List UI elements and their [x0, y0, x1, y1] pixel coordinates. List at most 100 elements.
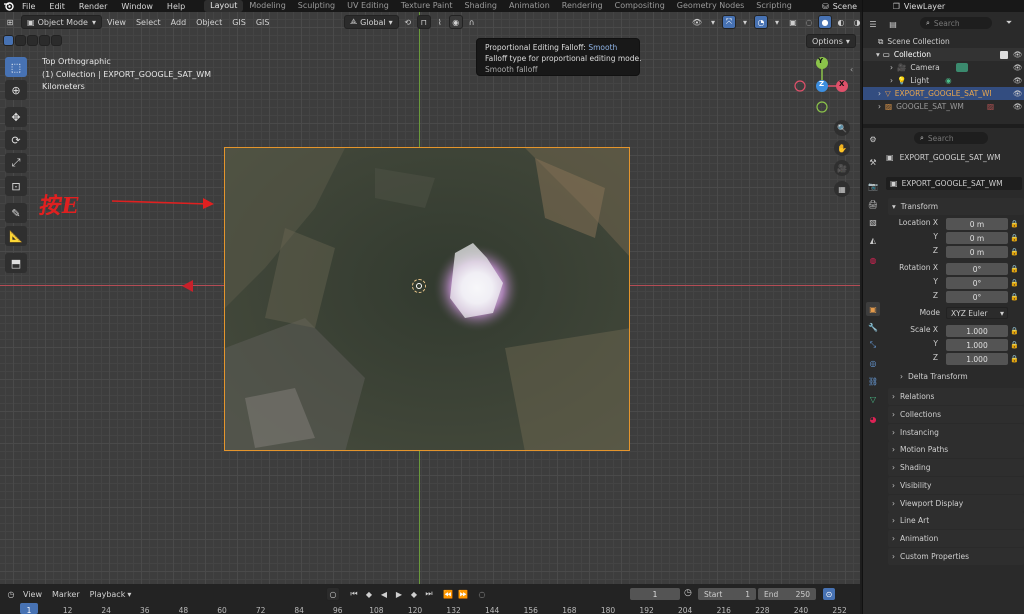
select-new-icon[interactable] [3, 35, 14, 46]
scene-selector[interactable]: ⛁ Scene ❐ ViewLayer [822, 0, 945, 12]
snap-icon[interactable]: ⊓ [416, 15, 431, 29]
properties-search[interactable]: ⌕ Search [914, 132, 988, 144]
tab-scripting[interactable]: Scripting [750, 0, 798, 12]
constraints-tab-icon[interactable]: ⛓ [866, 374, 880, 388]
google-sat-row[interactable]: › ▨ GOOGLE_SAT_WM ▨ 👁 [862, 100, 1024, 113]
add-cube-tool-icon[interactable]: ⬒ [5, 253, 27, 273]
jump-start-icon[interactable]: ⏮ [347, 587, 361, 601]
menu-add[interactable]: Add [166, 15, 192, 29]
rotation-mode-dropdown[interactable]: XYZ Euler ▾ [946, 307, 1008, 319]
tab-sculpting[interactable]: Sculpting [292, 0, 341, 12]
snap-target-icon[interactable]: ⌇ [433, 15, 447, 29]
scale-z-field[interactable]: 1.000 [946, 353, 1008, 365]
view-layer-tab-icon[interactable]: ▧ [866, 215, 880, 229]
tab-modeling[interactable]: Modeling [243, 0, 291, 12]
overlay-toggle-icon[interactable]: ◔ [754, 15, 768, 29]
pan-hand-icon[interactable]: ✋ [834, 140, 850, 156]
rotation-z-field[interactable]: 0° [946, 291, 1008, 303]
eye-icon[interactable]: 👁 [1013, 76, 1023, 85]
current-frame-field[interactable]: 1 [630, 588, 680, 600]
measure-tool-icon[interactable]: 📐 [5, 226, 27, 246]
particles-tab-icon[interactable]: ⤡ [866, 338, 880, 352]
next-marker-icon[interactable]: ⏩ [456, 587, 470, 601]
end-frame-field[interactable]: End 250 [758, 588, 816, 600]
start-frame-field[interactable]: Start 1 [698, 588, 756, 600]
menu-view[interactable]: View [102, 15, 131, 29]
menu-help[interactable]: Help [160, 2, 192, 11]
collections-panel-header[interactable]: › Collections [888, 406, 1024, 423]
orientation-dropdown[interactable]: ⟁ Global ▾ [344, 15, 399, 29]
animation-panel-header[interactable]: › Animation [888, 530, 1024, 547]
mode-dropdown[interactable]: ▣ Object Mode ▾ [21, 15, 102, 29]
scene-collection-row[interactable]: ⧉ Scene Collection [862, 35, 1024, 48]
custom-properties-panel-header[interactable]: › Custom Properties [888, 548, 1024, 565]
menu-gis-2[interactable]: GIS [251, 15, 275, 29]
falloff-curve-icon[interactable]: ∩ [465, 15, 479, 29]
rotation-x-field[interactable]: 0° [946, 263, 1008, 275]
chevron-down-icon[interactable]: ▾ [738, 15, 752, 29]
prev-keyframe-icon[interactable]: ◆ [362, 587, 376, 601]
rotate-tool-icon[interactable]: ⟳ [5, 130, 27, 150]
visibility-panel-header[interactable]: › Visibility [888, 477, 1024, 494]
play-reverse-icon[interactable]: ◀ [377, 587, 391, 601]
play-icon[interactable]: ▶ [392, 587, 406, 601]
outliner-search[interactable]: ⌕ Search [920, 17, 992, 29]
scale-x-field[interactable]: 1.000 [946, 325, 1008, 337]
select-subtract-icon[interactable] [27, 35, 38, 46]
zoom-icon[interactable]: 🔍 [834, 120, 850, 136]
lock-icon[interactable]: 🔒 [1010, 220, 1019, 228]
lock-icon[interactable]: 🔒 [1010, 293, 1019, 301]
options-dropdown[interactable]: Options ▾ [806, 34, 856, 48]
rotation-y-field[interactable]: 0° [946, 277, 1008, 289]
timeline-menu-marker[interactable]: Marker [47, 587, 85, 601]
timeline-view-icon[interactable]: ⊙ [822, 587, 836, 601]
tab-animation[interactable]: Animation [503, 0, 556, 12]
viewport-display-panel-header[interactable]: › Viewport Display [888, 495, 1024, 512]
tab-layout[interactable]: Layout [204, 0, 244, 12]
lock-icon[interactable]: 🔒 [1010, 327, 1019, 335]
relations-panel-header[interactable]: › Relations [888, 388, 1024, 405]
cursor-tool-icon[interactable]: ⊕ [5, 80, 27, 100]
select-extend-icon[interactable] [15, 35, 26, 46]
world-tab-icon[interactable]: ◍ [866, 253, 880, 267]
properties-editor-icon[interactable]: ⚙ [866, 132, 880, 146]
select-intersect-icon[interactable] [51, 35, 62, 46]
modifier-tab-icon[interactable]: 🔧 [866, 320, 880, 334]
location-z-field[interactable]: 0 m [946, 246, 1008, 258]
transform-tool-icon[interactable]: ⊡ [5, 176, 27, 196]
tab-geometry-nodes[interactable]: Geometry Nodes [671, 0, 750, 12]
next-keyframe-icon[interactable]: ◆ [407, 587, 421, 601]
display-mode-icon[interactable]: ▤ [886, 17, 900, 31]
annotate-tool-icon[interactable]: ✎ [5, 203, 27, 223]
xray-icon[interactable]: ▣ [786, 15, 800, 29]
move-tool-icon[interactable]: ✥ [5, 107, 27, 127]
visibility-icon[interactable]: 👁 [690, 15, 704, 29]
location-y-field[interactable]: 0 m [946, 232, 1008, 244]
instancing-panel-header[interactable]: › Instancing [888, 424, 1024, 441]
editor-type-icon[interactable]: ⊞ [3, 15, 17, 29]
tool-tab-icon[interactable]: ⚒ [866, 155, 880, 169]
menu-window[interactable]: Window [114, 2, 160, 11]
lock-icon[interactable]: 🔒 [1010, 234, 1019, 242]
eye-icon[interactable]: 👁 [1013, 50, 1023, 59]
object-datablock-field[interactable]: ▣ EXPORT_GOOGLE_SAT_WM [886, 177, 1022, 190]
lock-icon[interactable]: 🔒 [1010, 248, 1019, 256]
export-google-sat-row[interactable]: › ▽ EXPORT_GOOGLE_SAT_WM 👁 [862, 87, 1024, 100]
tab-shading[interactable]: Shading [458, 0, 503, 12]
timeline-editor-icon[interactable]: ◷ [4, 587, 18, 601]
shading-panel-header[interactable]: › Shading [888, 459, 1024, 476]
tab-texture-paint[interactable]: Texture Paint [395, 0, 459, 12]
output-tab-icon[interactable]: 🖨 [866, 197, 880, 211]
render-tab-icon[interactable]: 📷 [866, 179, 880, 193]
object-tab-icon[interactable]: ▣ [866, 302, 880, 316]
scale-y-field[interactable]: 1.000 [946, 339, 1008, 351]
collection-row[interactable]: ▾ ▭ Collection 👁 [862, 48, 1024, 61]
solid-shading-icon[interactable]: ● [818, 15, 832, 29]
motion-paths-panel-header[interactable]: › Motion Paths [888, 441, 1024, 458]
wireframe-shading-icon[interactable]: ◌ [802, 15, 816, 29]
gizmo-toggle-icon[interactable]: ⤧ [722, 15, 736, 29]
light-row[interactable]: › 💡 Light ◉ 👁 [862, 74, 1024, 87]
camera-row[interactable]: › 🎥 Camera 👁 [862, 61, 1024, 74]
timeline-menu-playback[interactable]: Playback [85, 587, 131, 601]
timeline-menu-view[interactable]: View [18, 587, 47, 601]
